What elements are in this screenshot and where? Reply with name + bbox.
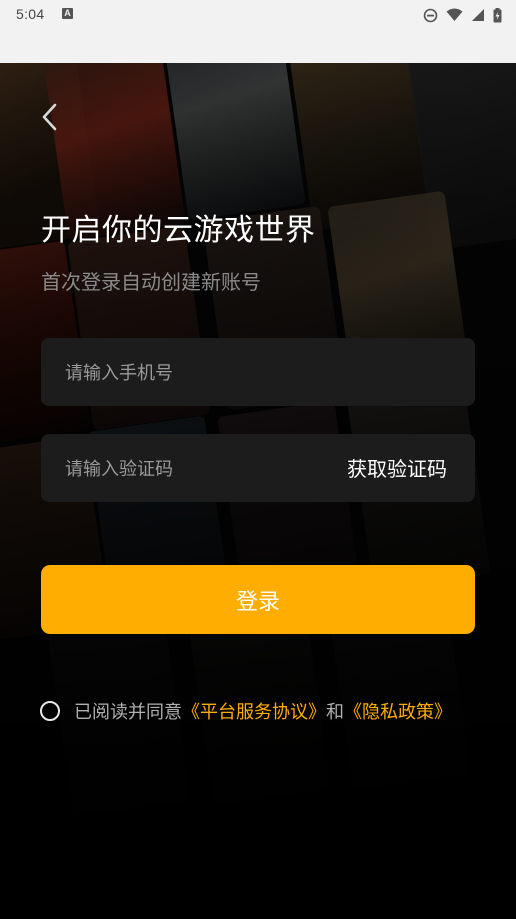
agreement-row: 已阅读并同意《平台服务协议》和《隐私政策》: [40, 698, 452, 724]
back-button[interactable]: [36, 100, 66, 134]
agreement-checkbox[interactable]: [40, 701, 60, 721]
status-time: 5:04: [16, 6, 45, 22]
get-code-button[interactable]: 获取验证码: [347, 434, 447, 502]
page-title: 开启你的云游戏世界: [41, 213, 316, 248]
app-bar: [0, 30, 516, 63]
wifi-icon: [446, 8, 463, 22]
battery-icon: [493, 7, 502, 23]
signal-icon: [472, 9, 485, 22]
status-bar: 5:04 A: [0, 0, 516, 30]
do-not-disturb-icon: [424, 8, 438, 23]
notification-a-icon: A: [62, 8, 73, 19]
login-button[interactable]: 登录: [41, 565, 475, 634]
chevron-left-icon: [42, 103, 57, 131]
platform-agreement-link[interactable]: 《平台服务协议》: [182, 702, 326, 723]
verification-code-input[interactable]: [63, 434, 317, 504]
agreement-text: 已阅读并同意: [74, 702, 182, 723]
phone-input[interactable]: [63, 338, 457, 408]
page-subtitle: 首次登录自动创建新账号: [41, 270, 261, 294]
agreement-and-text: 和: [326, 702, 344, 723]
privacy-policy-link[interactable]: 《隐私政策》: [344, 702, 452, 723]
verification-code-field: 获取验证码: [41, 434, 475, 504]
status-icons: [419, 6, 502, 23]
phone-field: [41, 338, 475, 408]
